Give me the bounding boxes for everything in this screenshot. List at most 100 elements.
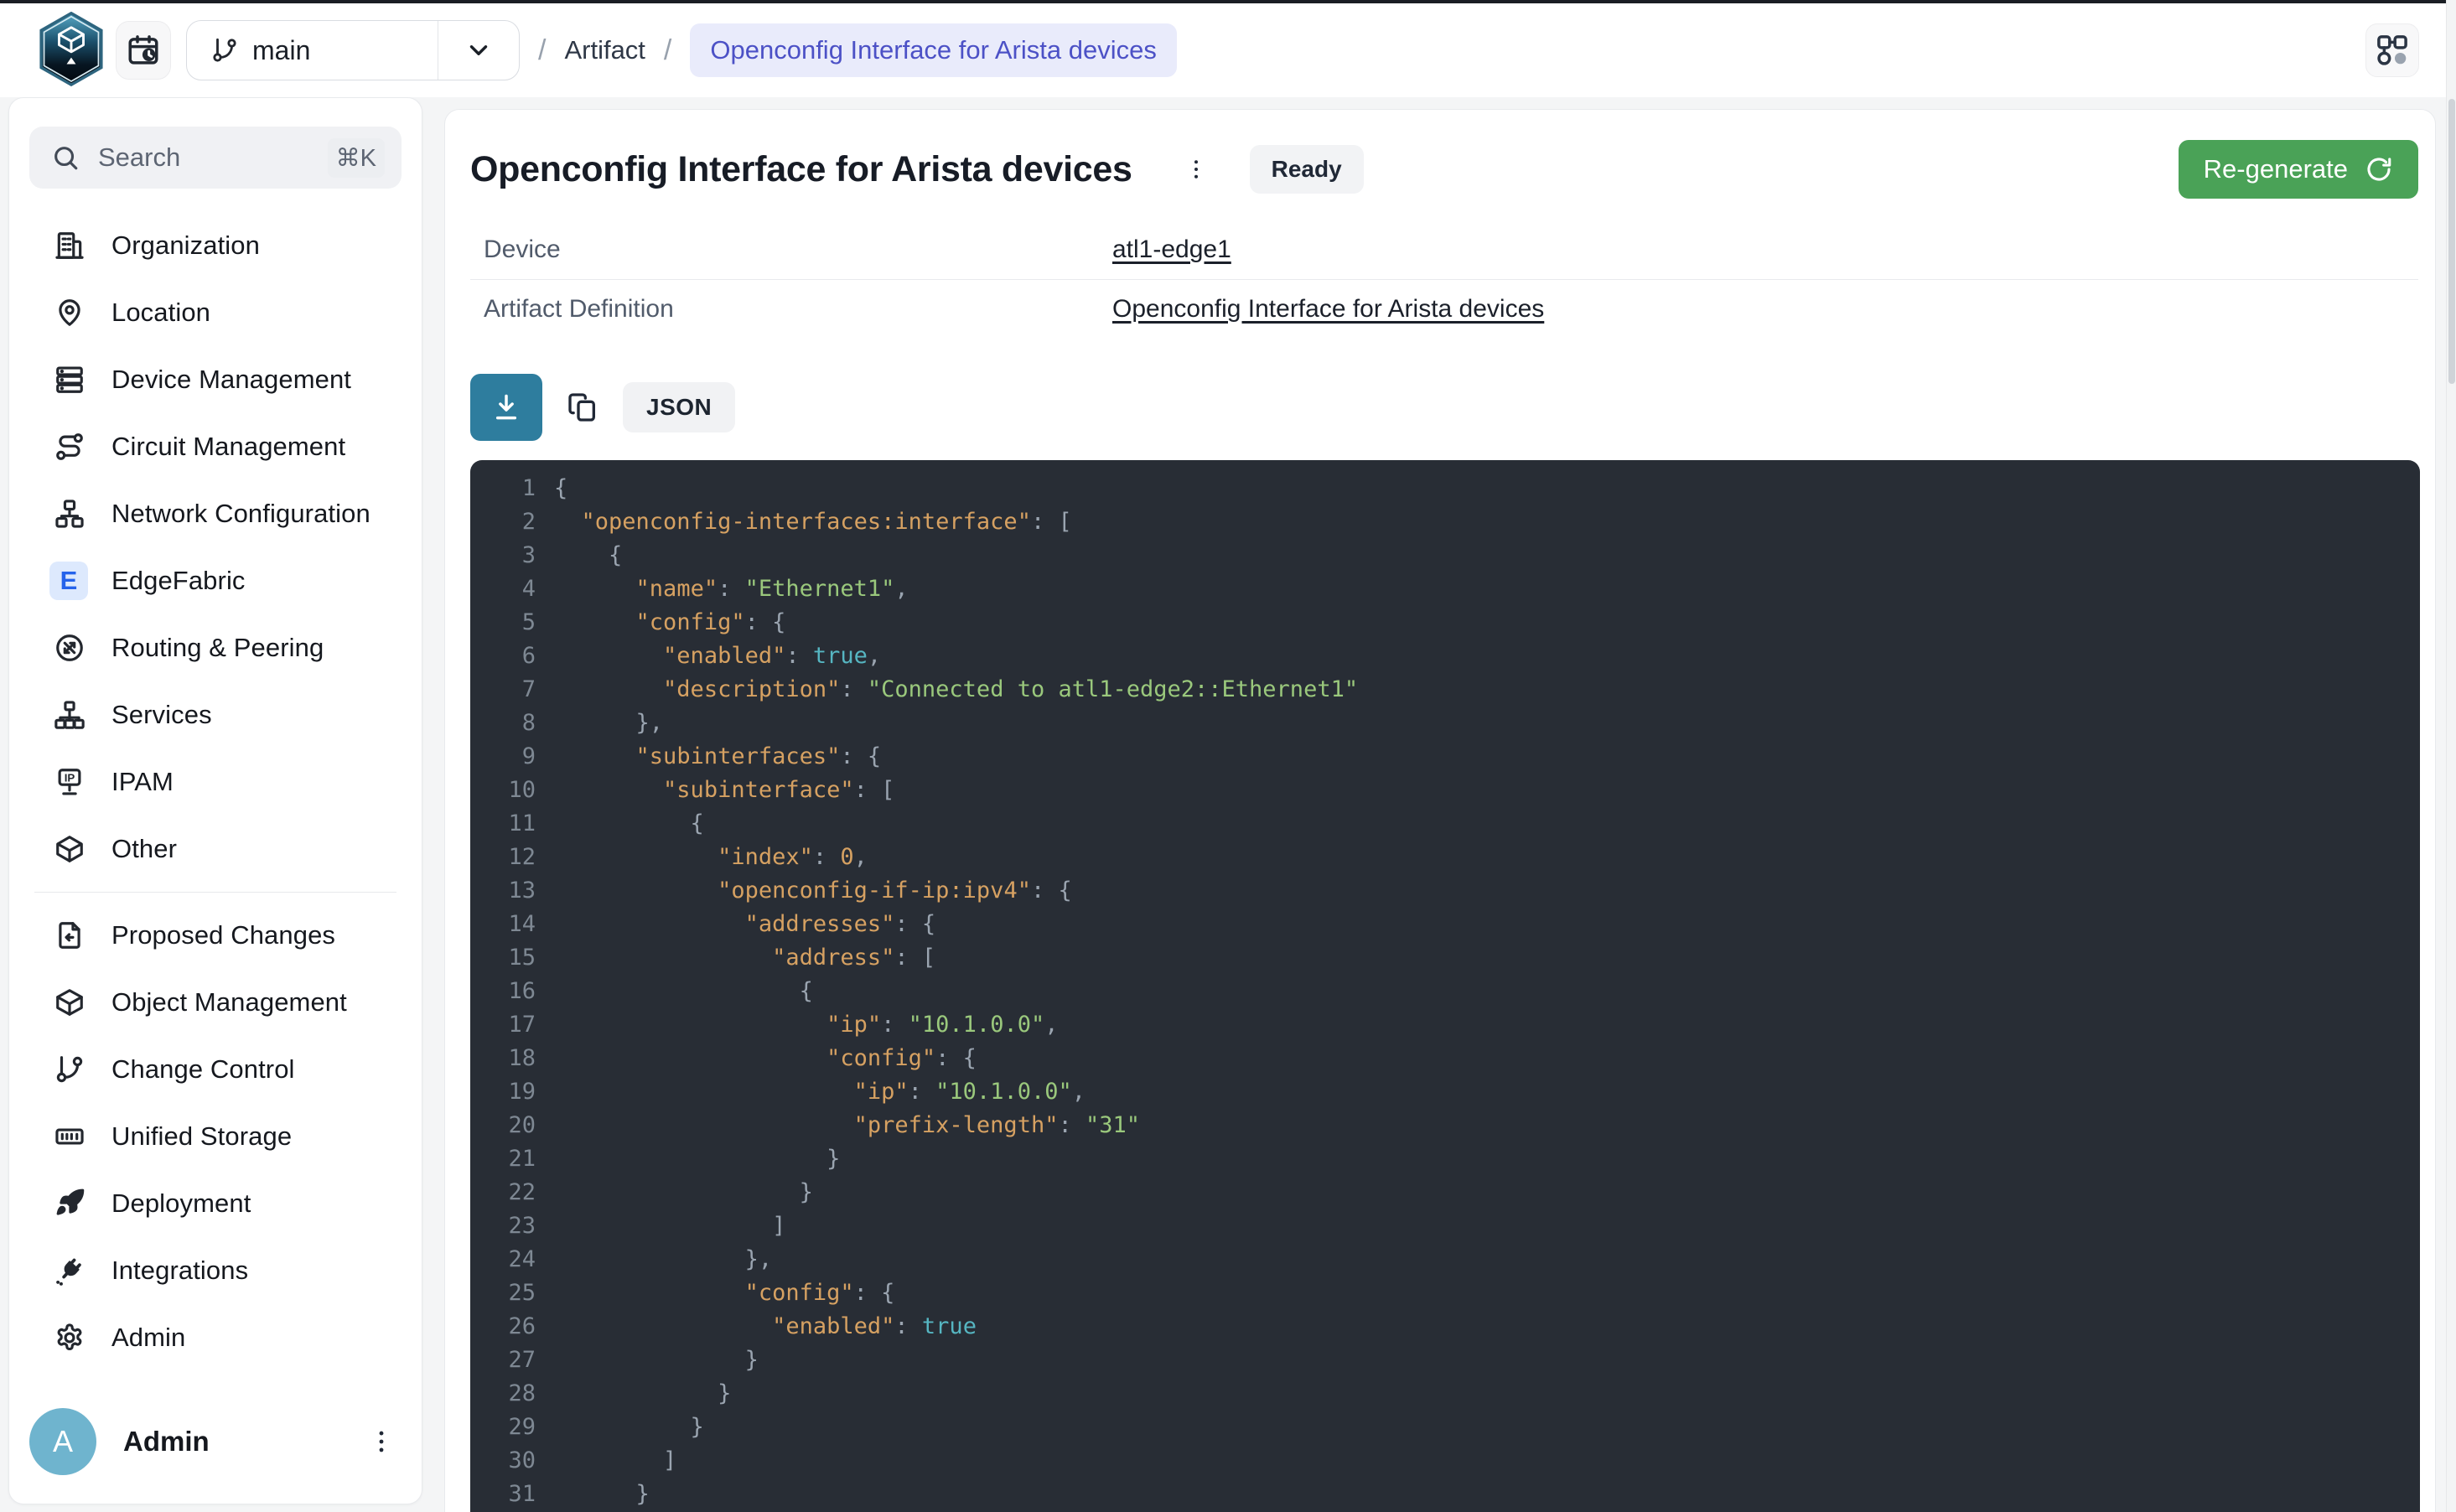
line-number: 19 [470,1075,536,1109]
code-text: "description": "Connected to atl1-edge2:… [554,673,1358,707]
field-row-device: Deviceatl1-edge1 [470,220,2418,279]
edgefabric-badge: E [51,562,88,599]
sidebar-item-label: Object Management [111,987,347,1017]
code-line: 21 } [470,1142,2420,1176]
code-text: } [554,1478,650,1511]
line-number: 14 [470,908,536,941]
code-line: 17 "ip": "10.1.0.0", [470,1008,2420,1042]
code-line: 8 }, [470,707,2420,740]
code-line: 3 { [470,539,2420,572]
code-line: 22 } [470,1176,2420,1209]
refresh-icon [2365,155,2393,184]
sidebar-item-label: Location [111,298,210,328]
sidebar: Search ⌘K Organization Location Device Man… [8,97,422,1504]
line-number: 1 [470,472,536,505]
package-icon [51,831,88,867]
line-number: 20 [470,1109,536,1142]
copy-button[interactable] [559,384,606,431]
line-number: 8 [470,707,536,740]
line-number: 10 [470,774,536,807]
code-text: "name": "Ethernet1", [554,572,909,606]
field-value-link[interactable]: Openconfig Interface for Arista devices [1112,295,1544,324]
page-scrollbar-thumb[interactable] [2448,99,2455,384]
router-icon [51,629,88,666]
code-text: ] [554,1209,785,1243]
code-viewer[interactable]: 1{2 "openconfig-interfaces:interface": [… [470,460,2420,1512]
line-number: 6 [470,639,536,673]
kebab-icon [367,1427,396,1456]
sidebar-item-circuit-management[interactable]: Circuit Management [18,413,413,480]
field-value-link[interactable]: atl1-edge1 [1112,236,1231,264]
sidebar-item-organization[interactable]: Organization [18,212,413,279]
code-text: "address": [ [554,941,935,975]
line-number: 2 [470,505,536,539]
sidebar-item-label: Other [111,834,177,864]
breadcrumb-current[interactable]: Openconfig Interface for Arista devices [690,23,1176,77]
sidebar-item-unified-storage[interactable]: Unified Storage [18,1103,413,1170]
code-toolbar: JSON [470,374,2418,441]
sidebar-item-label: EdgeFabric [111,566,246,596]
sidebar-item-proposed-changes[interactable]: Proposed Changes [18,902,413,969]
breadcrumb-separator: / [664,34,671,67]
regenerate-button[interactable]: Re-generate [2179,140,2418,199]
branch-name: main [252,35,310,66]
ip-sign-icon: IP [51,764,88,800]
code-text: "config": { [554,1276,894,1310]
sidebar-item-device-management[interactable]: Device Management [18,346,413,413]
branch-dropdown-toggle[interactable] [438,36,519,65]
code-line: 6 "enabled": true, [470,639,2420,673]
workflow-button[interactable] [2365,23,2419,77]
line-number: 28 [470,1377,536,1411]
line-number: 22 [470,1176,536,1209]
sidebar-item-change-control[interactable]: Change Control [18,1036,413,1103]
code-text: "subinterfaces": { [554,740,881,774]
code-text: } [554,1176,813,1209]
sidebar-item-other[interactable]: Other [18,816,413,883]
artifact-fields: Deviceatl1-edge1 Artifact DefinitionOpenc… [470,220,2418,339]
sidebar-item-ipam[interactable]: IPIPAM [18,748,413,816]
page-scrollbar[interactable] [2446,0,2456,1512]
sidebar-item-routing-peering[interactable]: Routing & Peering [18,614,413,681]
download-button[interactable] [470,374,542,441]
breadcrumb-root[interactable]: Artifact [564,35,645,65]
calendar-clock-button[interactable] [116,21,171,80]
search-input[interactable]: Search ⌘K [29,127,402,189]
sidebar-item-admin[interactable]: Admin [18,1304,413,1371]
building-icon [51,227,88,264]
branch-selector[interactable]: main [186,20,520,80]
user-menu[interactable]: A Admin [29,1401,402,1482]
git-branch-icon [51,1051,88,1088]
line-number: 12 [470,841,536,874]
app-logo[interactable] [37,12,106,89]
field-label: Artifact Definition [484,295,1112,324]
sidebar-item-label: Device Management [111,365,351,395]
sidebar-item-integrations[interactable]: Integrations [18,1237,413,1304]
sidebar-item-object-management[interactable]: Object Management [18,969,413,1036]
line-number: 26 [470,1310,536,1344]
code-line: 23 ] [470,1209,2420,1243]
line-number: 30 [470,1444,536,1478]
sidebar-nav: Organization Location Device Management Cir… [9,212,422,1371]
sidebar-item-location[interactable]: Location [18,279,413,346]
sidebar-item-label: Proposed Changes [111,920,335,950]
user-kebab-button[interactable] [361,1416,402,1467]
code-text: } [554,1344,759,1377]
sidebar-item-deployment[interactable]: Deployment [18,1170,413,1237]
sidebar-item-network-configuration[interactable]: Network Configuration [18,480,413,547]
kebab-icon [1184,157,1209,182]
artifact-kebab-button[interactable] [1176,144,1216,194]
code-line: 13 "openconfig-if-ip:ipv4": { [470,874,2420,908]
sidebar-item-services[interactable]: Services [18,681,413,748]
code-text: "config": { [554,606,785,639]
code-text: } [554,1411,704,1444]
line-number: 27 [470,1344,536,1377]
code-line: 9 "subinterfaces": { [470,740,2420,774]
page-title: Openconfig Interface for Arista devices [470,149,1132,190]
regenerate-label: Re-generate [2204,154,2348,184]
sidebar-item-edgefabric[interactable]: E EdgeFabric [18,547,413,614]
route-icon [51,428,88,465]
calendar-clock-icon [126,33,161,68]
line-number: 18 [470,1042,536,1075]
code-line: 27 } [470,1344,2420,1377]
gear-icon [51,1319,88,1356]
